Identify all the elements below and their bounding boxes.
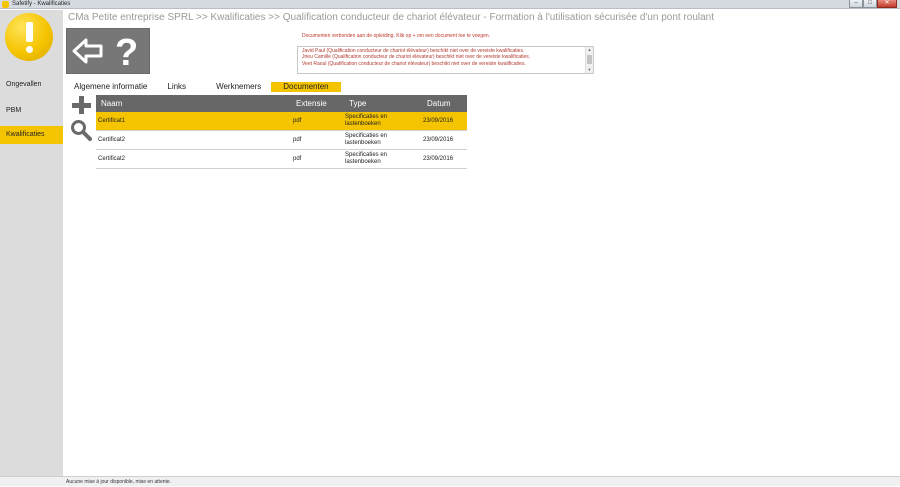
column-header-type[interactable]: Type <box>349 95 366 112</box>
warning-logo-icon <box>5 13 53 61</box>
scroll-thumb[interactable] <box>587 55 592 64</box>
scroll-up-icon[interactable]: ▲ <box>586 47 593 53</box>
tab-algemene-informatie[interactable]: Algemene informatie <box>68 82 153 92</box>
cell-date: 23/09/2016 <box>423 156 454 162</box>
cell-extension: pdf <box>293 137 302 143</box>
cell-type: Specificaties en lastenboeken <box>345 114 388 127</box>
app-icon <box>2 1 9 8</box>
window-title: Safetify - Kwalificaties <box>12 1 71 7</box>
svg-text:?: ? <box>115 32 138 74</box>
add-icon[interactable] <box>70 96 94 114</box>
maximize-button[interactable]: □ <box>863 0 877 8</box>
minimize-button[interactable]: – <box>849 0 863 8</box>
sidebar-item-ongevallen[interactable]: Ongevallen <box>0 76 63 94</box>
info-label: Documenten verbonden aan de opleiding. K… <box>302 33 491 39</box>
window-titlebar: Safetify - Kwalificaties – □ ✕ <box>0 0 900 9</box>
back-help-panel: ? <box>66 28 150 74</box>
tab-links[interactable]: Links <box>161 82 192 92</box>
window-controls: – □ ✕ <box>849 0 897 9</box>
column-header-extensie[interactable]: Extensie <box>296 95 327 112</box>
tab-documenten[interactable]: Documenten <box>271 82 341 92</box>
column-header-naam[interactable]: Naam <box>101 95 122 112</box>
sidebar: Ongevallen PBM Kwalificaties <box>0 10 63 476</box>
breadcrumb: CMa Petite entreprise SPRL >> Kwalificat… <box>68 12 715 23</box>
table-row[interactable]: Certificat1 pdf Specificaties en lastenb… <box>96 112 467 131</box>
status-bar: Aucune mise à jour disponible, mise en a… <box>0 476 900 486</box>
table-row[interactable]: Certificat2 pdf Specificaties en lastenb… <box>96 150 467 169</box>
cell-extension: pdf <box>293 156 302 162</box>
documents-table: Naam Extensie Type Datum Certificat1 pdf… <box>96 95 467 169</box>
scroll-down-icon[interactable]: ▼ <box>586 67 593 73</box>
message-line: Veet Raoul (Qualification conducteur de … <box>302 60 526 67</box>
cell-name: Certificat1 <box>98 118 126 124</box>
help-icon[interactable]: ? <box>115 32 138 74</box>
sidebar-item-pbm[interactable]: PBM <box>0 102 63 120</box>
sidebar-item-kwalificaties[interactable]: Kwalificaties <box>0 126 63 144</box>
column-header-datum[interactable]: Datum <box>427 95 451 112</box>
table-header: Naam Extensie Type Datum <box>96 95 467 112</box>
back-arrow-icon[interactable] <box>72 38 103 64</box>
tab-bar: Algemene informatie Links Werknemers Doc… <box>68 82 341 92</box>
table-row[interactable]: Certificat2 pdf Specificaties en lastenb… <box>96 131 467 150</box>
cell-type: Specificaties en lastenboeken <box>345 133 388 146</box>
cell-date: 23/09/2016 <box>423 118 454 124</box>
cell-name: Certificat2 <box>98 156 126 162</box>
search-icon[interactable] <box>70 119 92 141</box>
cell-type: Specificaties en lastenboeken <box>345 152 388 165</box>
cell-name: Certificat2 <box>98 137 126 143</box>
tab-werknemers[interactable]: Werknemers <box>210 82 267 92</box>
close-button[interactable]: ✕ <box>877 0 897 8</box>
message-box[interactable]: Javid Paul (Qualification conducteur de … <box>297 46 594 74</box>
message-scrollbar[interactable]: ▲ ▼ <box>585 47 593 73</box>
cell-date: 23/09/2016 <box>423 137 454 143</box>
cell-extension: pdf <box>293 118 302 124</box>
